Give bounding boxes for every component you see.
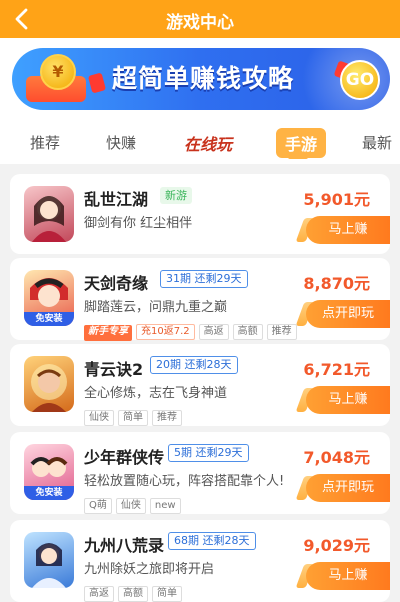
game-card[interactable]: 九州八荒录 68期 还剩28天 九州除妖之旅即将开启 高返 高额 简单 9,029元…	[10, 520, 390, 602]
tag: 高返	[84, 586, 114, 602]
game-portrait-icon: 免安装	[24, 270, 74, 326]
red-packet-icon	[87, 72, 107, 94]
period-badge: 20期 还剩28天	[150, 356, 238, 374]
play-now-button[interactable]: 点开即玩	[306, 474, 390, 502]
game-portrait-icon	[24, 356, 74, 412]
game-card[interactable]: 免安装 少年群侠传 5期 还剩29天 轻松放置随心玩，阵容搭配靠个人! Q萌 仙侠…	[10, 432, 390, 514]
tag-list: Q萌 仙侠 new	[84, 493, 185, 514]
game-card[interactable]: 免安装 天剑奇缘 31期 还剩29天 脚踏莲云，问鼎九重之巅 新手专享 充10返7…	[10, 258, 390, 341]
earn-now-button[interactable]: 马上赚	[306, 562, 390, 590]
tab-mobile-games[interactable]: 手游	[276, 128, 327, 158]
top-bar: 游戏中心	[0, 0, 400, 38]
tag: 高返	[198, 324, 229, 340]
tag: 高额	[118, 586, 148, 602]
earn-now-button[interactable]: 马上赚	[306, 386, 390, 414]
earn-guide-banner[interactable]: ¥ 超简单赚钱攻略 GO	[12, 48, 390, 110]
game-description: 九州除妖之旅即将开启	[84, 562, 215, 577]
tag: 简单	[118, 410, 148, 426]
earn-now-button[interactable]: 马上赚	[306, 216, 390, 244]
tag: 简单	[152, 586, 182, 602]
reward-amount: 8,870元	[303, 274, 370, 293]
tag: 充10返7.2	[136, 324, 195, 340]
reward-amount: 5,901元	[303, 190, 370, 209]
reward-amount: 9,029元	[303, 536, 370, 555]
install-free-badge: 免安装	[24, 312, 74, 326]
tag: 推荐	[152, 410, 182, 426]
banner-area: ¥ 超简单赚钱攻略 GO	[0, 38, 400, 120]
tab-quick-earn[interactable]: 快赚	[106, 132, 136, 153]
game-portrait-icon: 免安装	[24, 444, 74, 500]
tag: 推荐	[266, 324, 297, 340]
tag: 高额	[232, 324, 263, 340]
game-name: 少年群侠传	[84, 448, 165, 467]
game-description: 轻松放置随心玩，阵容搭配靠个人!	[84, 474, 285, 489]
game-card[interactable]: 乱世江湖 新游 御剑有你 红尘相伴 5,901元 马上赚	[10, 174, 390, 254]
active-tab-indicator	[288, 155, 308, 159]
play-now-button[interactable]: 点开即玩	[306, 300, 390, 328]
game-name: 天剑奇缘	[84, 274, 149, 293]
game-name: 乱世江湖	[84, 190, 149, 209]
tag: new	[149, 498, 181, 514]
tag: Q萌	[84, 498, 112, 514]
game-name: 青云诀2	[84, 360, 144, 379]
tag-list: 新手专享 充10返7.2 高返 高额 推荐	[84, 319, 301, 341]
tag-list: 仙侠 简单 推荐	[84, 405, 186, 426]
tab-online-play[interactable]: 在线玩	[184, 131, 232, 155]
game-description: 御剑有你 红尘相伴	[84, 216, 193, 231]
period-badge: 31期 还剩29天	[160, 270, 248, 288]
game-description: 全心修炼，志在飞身神道	[84, 386, 228, 401]
coin-icon: ¥	[40, 54, 76, 90]
tag-list: 高返 高额 简单	[84, 581, 186, 602]
game-portrait-icon	[24, 532, 74, 588]
game-portrait-icon	[24, 186, 74, 242]
tab-latest[interactable]: 最新	[362, 132, 392, 153]
period-badge: 68期 还剩28天	[168, 532, 256, 550]
go-button[interactable]: GO	[340, 60, 380, 100]
page-title: 游戏中心	[166, 13, 234, 33]
new-game-badge: 新游	[160, 187, 192, 204]
period-badge: 5期 还剩29天	[168, 444, 249, 462]
tag: 仙侠	[84, 410, 114, 426]
reward-amount: 6,721元	[303, 360, 370, 379]
category-tabs: 推荐 快赚 在线玩 手游 最新	[0, 120, 400, 164]
game-card[interactable]: 青云诀2 20期 还剩28天 全心修炼，志在飞身神道 仙侠 简单 推荐 6,721元…	[10, 344, 390, 426]
game-description: 脚踏莲云，问鼎九重之巅	[84, 300, 228, 315]
game-name: 九州八荒录	[84, 536, 165, 555]
tag: 仙侠	[115, 498, 146, 514]
tab-recommend[interactable]: 推荐	[30, 132, 60, 153]
reward-amount: 7,048元	[303, 448, 370, 467]
banner-title: 超简单赚钱攻略	[112, 64, 295, 93]
install-free-badge: 免安装	[24, 486, 74, 500]
tag: 新手专享	[84, 325, 132, 341]
